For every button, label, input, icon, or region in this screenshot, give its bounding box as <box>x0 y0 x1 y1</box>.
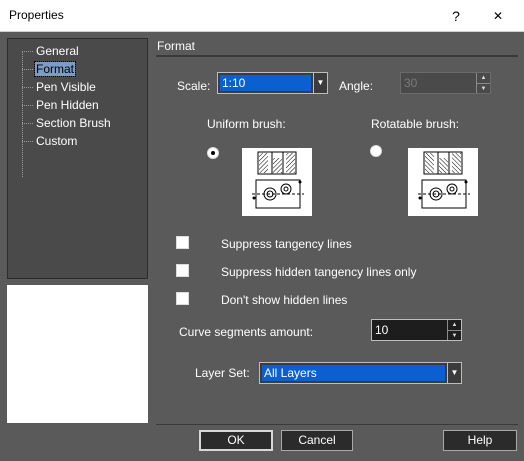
angle-spin-buttons: ▲ ▼ <box>476 73 490 93</box>
title-bar: Properties ? ✕ <box>0 0 524 32</box>
suppress-hidden-tangency-checkbox[interactable] <box>176 264 189 277</box>
chevron-down-icon[interactable]: ▼ <box>447 363 461 383</box>
dont-show-hidden-checkbox[interactable] <box>176 292 189 305</box>
close-icon[interactable]: ✕ <box>486 4 510 28</box>
divider <box>156 424 518 425</box>
spin-up-icon[interactable]: ▲ <box>448 320 461 330</box>
window-title: Properties <box>9 8 64 22</box>
category-tree[interactable]: General Format Pen Visible Pen Hidden Se… <box>7 38 148 279</box>
section-title: Format <box>157 39 196 53</box>
suppress-hidden-tangency-label: Suppress hidden tangency lines only <box>221 265 417 279</box>
uniform-brush-radio[interactable] <box>207 147 219 159</box>
scale-dropdown[interactable]: 1:10 ▼ <box>217 72 328 94</box>
curve-spin-buttons[interactable]: ▲ ▼ <box>447 320 461 340</box>
dont-show-hidden-label: Don't show hidden lines <box>221 293 348 307</box>
scale-value: 1:10 <box>220 75 311 91</box>
divider <box>156 55 518 57</box>
preview-panel <box>7 285 148 423</box>
tree-item-pen-visible[interactable]: Pen Visible <box>22 79 97 95</box>
layer-set-dropdown[interactable]: All Layers ▼ <box>259 362 462 384</box>
layer-set-value: All Layers <box>262 365 445 381</box>
angle-label: Angle: <box>339 79 374 93</box>
layer-set-label: Layer Set: <box>195 366 250 380</box>
angle-value: 30 <box>404 76 418 90</box>
scale-label: Scale: <box>177 79 211 93</box>
rotatable-brush-label: Rotatable brush: <box>371 117 460 131</box>
tree-item-label: Section Brush <box>36 116 111 130</box>
tree-item-general[interactable]: General <box>22 43 80 59</box>
tree-item-label: Pen Visible <box>36 80 96 94</box>
angle-stepper: 30 ▲ ▼ <box>400 72 491 94</box>
spin-down-icon[interactable]: ▼ <box>448 330 461 340</box>
curve-segments-value: 10 <box>375 323 389 337</box>
chevron-down-icon[interactable]: ▼ <box>313 73 327 93</box>
tree-item-pen-hidden[interactable]: Pen Hidden <box>22 97 100 113</box>
suppress-tangency-label: Suppress tangency lines <box>221 237 352 251</box>
cancel-button[interactable]: Cancel <box>281 430 353 451</box>
tree-item-format[interactable]: Format <box>22 61 77 77</box>
rotatable-brush-preview-icon <box>408 148 478 216</box>
ok-button[interactable]: OK <box>199 430 273 451</box>
uniform-brush-preview-icon <box>242 148 312 216</box>
rotatable-brush-radio[interactable] <box>370 145 382 157</box>
help-button[interactable]: Help <box>443 430 517 451</box>
spin-up-icon: ▲ <box>480 75 487 81</box>
tree-item-custom[interactable]: Custom <box>22 133 78 149</box>
tree-item-label: Custom <box>36 134 78 148</box>
tree-item-section-brush[interactable]: Section Brush <box>22 115 112 131</box>
curve-segments-label: Curve segments amount: <box>179 325 314 339</box>
uniform-brush-label: Uniform brush: <box>207 117 286 131</box>
help-icon[interactable]: ? <box>444 4 468 28</box>
tree-item-label: Pen Hidden <box>36 98 99 112</box>
tree-item-label: General <box>36 44 79 58</box>
suppress-tangency-checkbox[interactable] <box>176 236 189 249</box>
tree-item-label: Format <box>33 61 77 77</box>
curve-segments-stepper[interactable]: 10 ▲ ▼ <box>371 319 462 341</box>
spin-down-icon: ▼ <box>477 83 490 93</box>
